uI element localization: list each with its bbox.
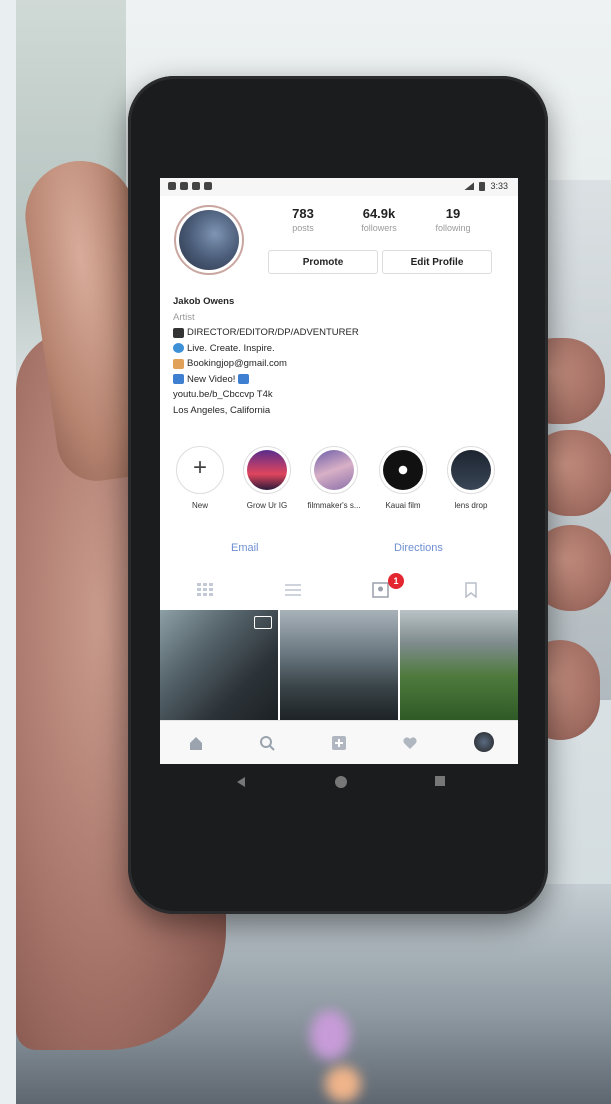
followers-stat[interactable]: 64.9k followers <box>344 206 414 233</box>
highlight-label: Kauai film <box>385 501 421 510</box>
profile-category: Artist <box>173 311 195 323</box>
mail-emoji-icon <box>173 358 184 369</box>
highlight-label: Grow Ur IG <box>246 501 288 510</box>
profile-icon[interactable] <box>474 732 494 752</box>
battery-icon <box>479 181 486 191</box>
search-icon[interactable] <box>259 735 275 751</box>
tagged-icon[interactable] <box>372 582 390 598</box>
avatar[interactable] <box>174 205 244 275</box>
promote-button[interactable]: Promote <box>268 250 378 274</box>
highlight-label: filmmaker's s... <box>307 501 361 510</box>
email-link[interactable]: Email <box>231 542 259 554</box>
home-icon[interactable] <box>188 735 204 751</box>
notification-icon <box>192 182 200 190</box>
bio-link[interactable]: youtu.be/b_Cbccvp T4k <box>173 387 503 403</box>
notification-icon <box>204 182 212 190</box>
edit-profile-button[interactable]: Edit Profile <box>382 250 492 274</box>
globe-emoji-icon <box>173 343 184 354</box>
bio-line: Live. Create. Inspire. <box>173 341 503 357</box>
video-icon <box>254 616 272 629</box>
photo-thumbnail[interactable] <box>400 610 518 720</box>
bookmark-icon[interactable] <box>462 582 480 598</box>
tagged-badge: 1 <box>388 573 404 589</box>
followers-count: 64.9k <box>362 206 396 221</box>
bio-line: New Video! <box>173 372 503 388</box>
down-arrow-emoji-icon <box>173 374 184 385</box>
status-right: 3:33 <box>464 181 508 191</box>
recents-icon[interactable] <box>435 776 445 786</box>
directions-link[interactable]: Directions <box>394 542 443 554</box>
bottom-nav <box>160 720 518 764</box>
highlight-new[interactable]: + New <box>172 446 228 510</box>
bio-line: Bookingjop@gmail.com <box>173 356 503 372</box>
notification-icons <box>168 182 212 190</box>
photo-thumbnail[interactable] <box>280 610 398 720</box>
bio-line: DIRECTOR/EDITOR/DP/ADVENTURER <box>173 325 503 341</box>
background-light <box>325 1066 361 1102</box>
grid-icon[interactable] <box>196 582 214 598</box>
back-icon[interactable] <box>235 776 247 788</box>
posts-count: 783 <box>292 206 314 221</box>
followers-label: followers <box>361 223 397 233</box>
photo-thumbnail[interactable] <box>160 610 278 720</box>
status-time: 3:33 <box>490 181 508 191</box>
posts-stat[interactable]: 783 posts <box>268 206 338 233</box>
down-arrow-emoji-icon <box>238 374 250 385</box>
highlight-label: New <box>191 501 208 510</box>
profile-tabs: 1 <box>160 573 518 606</box>
heart-icon[interactable] <box>402 735 418 751</box>
following-stat[interactable]: 19 following <box>418 206 488 233</box>
highlight-filmmakers[interactable]: filmmaker's s... <box>306 446 362 510</box>
posts-label: posts <box>292 223 314 233</box>
bio-location: Los Angeles, California <box>173 404 271 416</box>
photo-grid <box>160 610 518 720</box>
notification-icon <box>180 182 188 190</box>
highlight-label: lens drop <box>454 501 488 510</box>
highlight-kauai-film[interactable]: Kauai film <box>375 446 431 510</box>
add-post-icon[interactable] <box>331 735 347 751</box>
following-label: following <box>435 223 471 233</box>
profile-bio: Jakob Owens Artist DIRECTOR/EDITOR/DP/AD… <box>173 294 503 418</box>
signal-icon <box>464 182 475 190</box>
home-button-icon[interactable] <box>335 776 347 788</box>
list-icon[interactable] <box>284 582 302 598</box>
plus-icon: + <box>192 454 207 481</box>
highlight-lens-drop[interactable]: lens drop <box>443 446 499 510</box>
system-nav <box>190 768 490 798</box>
phone-screen: 3:33 783 posts 64.9k followers 19 follow… <box>160 178 518 764</box>
notification-icon <box>168 182 176 190</box>
status-bar: 3:33 <box>160 178 518 196</box>
highlight-grow-ur-ig[interactable]: Grow Ur IG <box>239 446 295 510</box>
background-light <box>310 1010 350 1060</box>
camera-emoji-icon <box>173 327 184 338</box>
following-count: 19 <box>445 206 461 221</box>
left-border <box>0 0 16 1104</box>
profile-name: Jakob Owens <box>173 296 235 307</box>
